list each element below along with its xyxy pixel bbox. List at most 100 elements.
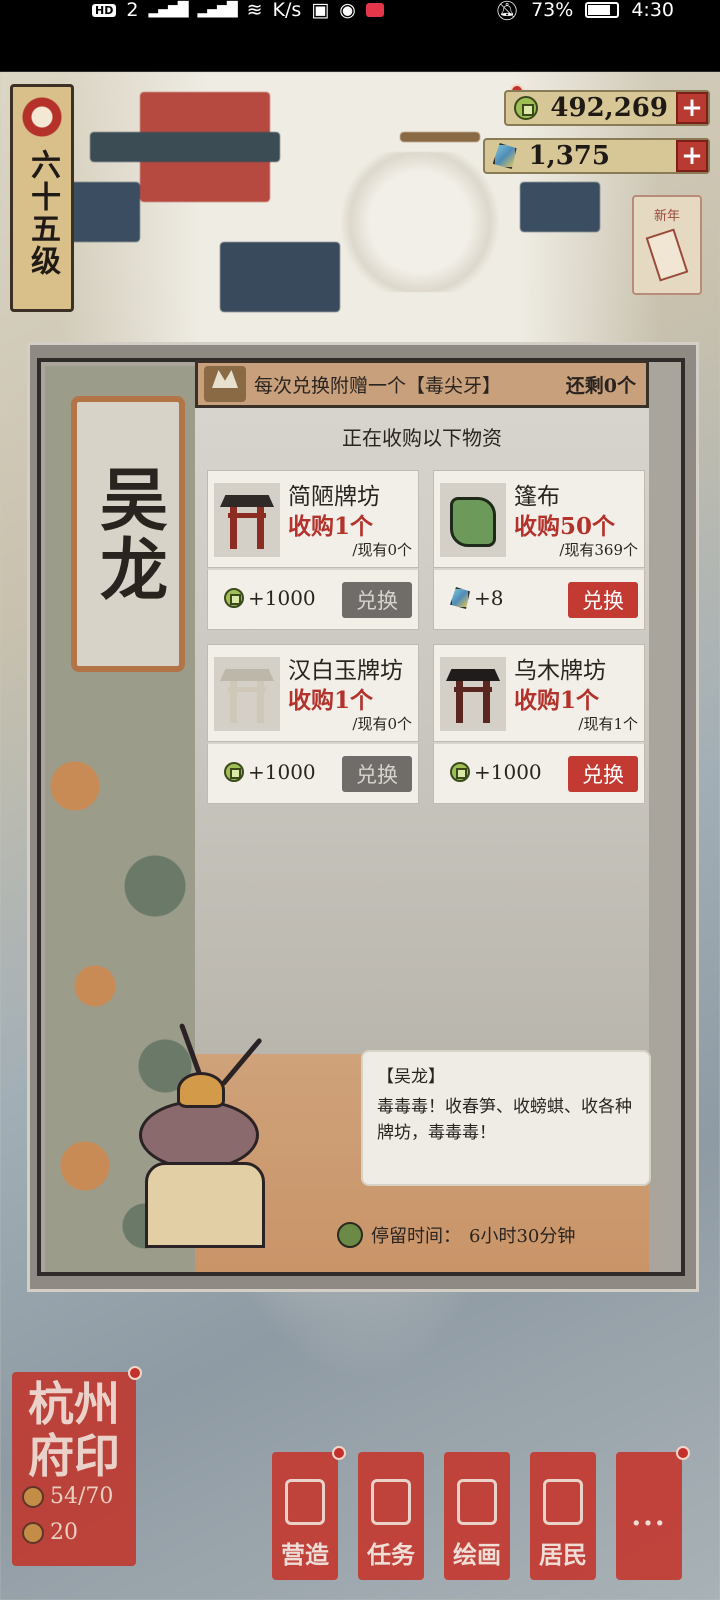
resident-icon	[543, 1479, 583, 1525]
merchant-name-scroll: 吴龙	[71, 396, 185, 672]
city-seal-text: 杭州 府印	[16, 1378, 132, 1482]
signal-icon: ▂▄▆█	[148, 2, 188, 18]
side-event-card[interactable]: 新年	[632, 195, 702, 295]
level-badge[interactable]: 六十五级	[10, 84, 74, 312]
painting-label: 绘画	[453, 1540, 501, 1569]
item-owned: /现有369个	[559, 541, 638, 559]
clock-icon	[337, 1222, 363, 1248]
city-seal-button[interactable]: 杭州 府印 54/70 20	[12, 1372, 136, 1566]
item-request: 收购1个	[288, 687, 374, 714]
jade-counter: 1,375 +	[482, 138, 710, 174]
tarp-icon	[450, 497, 496, 547]
app-notification-icon: ▣	[311, 0, 330, 21]
banner-remaining: 还剩0个	[565, 374, 636, 397]
item-request: 收购1个	[288, 513, 374, 540]
add-coins-button[interactable]: +	[676, 92, 708, 124]
build-icon	[285, 1479, 325, 1525]
reward-value: +1000	[474, 760, 542, 784]
stay-label: 停留时间：	[371, 1226, 461, 1247]
item-reward: +1000	[450, 760, 542, 784]
battery-percent: 73%	[531, 0, 574, 21]
wall	[400, 132, 480, 142]
coin-icon	[450, 762, 470, 782]
residents-label: 居民	[539, 1540, 587, 1569]
item-card: 汉白玉牌坊 收购1个 /现有0个 +1000 兑换	[207, 644, 419, 804]
coin-counter: 492,269 +	[504, 90, 710, 126]
building-roof-4	[520, 182, 600, 232]
exchange-button[interactable]: 兑换	[342, 582, 412, 618]
banner-text: 每次兑换附赠一个【毒尖牙】	[254, 374, 502, 397]
residents-button[interactable]: 居民	[530, 1452, 596, 1580]
speech-text: 毒毒毒！收春笋、收螃蜞、收各种牌坊，毒毒毒！	[377, 1097, 632, 1143]
build-label: 营造	[281, 1540, 329, 1569]
clock: 4:30	[631, 0, 674, 21]
reward-value: +1000	[248, 760, 316, 784]
merchant-name: 吴龙	[87, 464, 168, 604]
resource-value: 20	[50, 1520, 78, 1545]
bonus-banner: 每次兑换附赠一个【毒尖牙】 还剩0个	[195, 360, 649, 408]
signal-icon-2: ▂▄▆█	[197, 2, 238, 18]
stay-value: 6小时30分钟	[469, 1226, 576, 1247]
speech-speaker: 【吴龙】	[377, 1067, 445, 1087]
memorial-arch-icon	[220, 489, 274, 551]
message-icon	[365, 3, 384, 17]
letter-icon	[645, 228, 689, 282]
notification-dot	[332, 1446, 346, 1460]
resource-stat: 20	[22, 1520, 78, 1545]
battery-icon	[585, 2, 620, 18]
net-speed: K/s	[272, 0, 302, 21]
seal-line-1: 杭州	[28, 1377, 120, 1431]
sim-slot: 2	[126, 0, 139, 21]
resident-icon	[22, 1485, 44, 1508]
item-name: 篷布	[514, 484, 560, 510]
item-image	[440, 657, 506, 731]
mute-icon: 🔕︎	[494, 0, 520, 22]
more-icon: ...	[631, 1499, 667, 1532]
jade-value: 1,375	[528, 141, 610, 171]
merchant-portrait	[89, 1022, 299, 1252]
item-owned: /现有1个	[578, 715, 638, 733]
item-card: 乌木牌坊 收购1个 /现有1个 +1000 兑换	[433, 644, 645, 804]
item-image	[214, 483, 280, 557]
building-roof-3	[220, 242, 340, 312]
coin-icon	[510, 92, 542, 124]
item-owned: /现有0个	[352, 715, 412, 733]
section-title: 正在收购以下物资	[342, 426, 502, 450]
tasks-button[interactable]: 任务	[358, 1452, 424, 1580]
coin-icon	[224, 762, 244, 782]
merchant-dialog: 吴龙 每次兑换附赠一个【毒尖牙】 还剩0个 正在收购以下物资 简陋牌坊 收购1个…	[27, 342, 699, 1292]
item-image	[214, 657, 280, 731]
add-jade-button[interactable]: +	[676, 140, 708, 172]
item-card: 篷布 收购50个 /现有369个 +8 兑换	[433, 470, 645, 630]
stay-time: 停留时间： 6小时30分钟	[337, 1222, 575, 1248]
ebony-arch-icon	[446, 663, 500, 725]
build-button[interactable]: 营造	[272, 1452, 338, 1580]
chat-icon: ◉	[339, 0, 356, 21]
fang-icon	[204, 366, 246, 402]
item-reward: +1000	[224, 760, 316, 784]
population-stat: 54/70	[22, 1484, 113, 1509]
item-request: 收购50个	[514, 513, 616, 540]
item-name: 简陋牌坊	[288, 484, 380, 510]
item-image	[440, 483, 506, 557]
jade-icon	[450, 587, 470, 609]
notification-dot	[676, 1446, 690, 1460]
coin-icon	[224, 588, 244, 608]
jade-icon	[489, 140, 521, 172]
notification-dot	[128, 1366, 142, 1380]
level-label: 六十五级	[25, 149, 60, 277]
painting-button[interactable]: 绘画	[444, 1452, 510, 1580]
gold-icon	[22, 1521, 44, 1544]
speech-bubble: 【吴龙】 毒毒毒！收春笋、收螃蜞、收各种牌坊，毒毒毒！	[361, 1050, 651, 1186]
exchange-button[interactable]: 兑换	[342, 756, 412, 792]
white-jade-arch-icon	[220, 663, 274, 725]
exchange-button[interactable]: 兑换	[568, 756, 638, 792]
item-reward: +8	[450, 586, 503, 610]
side-card-title: 新年	[653, 209, 680, 224]
building-roof	[90, 132, 280, 162]
coin-value: 492,269	[550, 93, 668, 123]
blossom-tree	[340, 152, 500, 292]
more-button[interactable]: ...	[616, 1452, 682, 1580]
exchange-button[interactable]: 兑换	[568, 582, 638, 618]
wifi-icon: ≋	[246, 0, 263, 21]
